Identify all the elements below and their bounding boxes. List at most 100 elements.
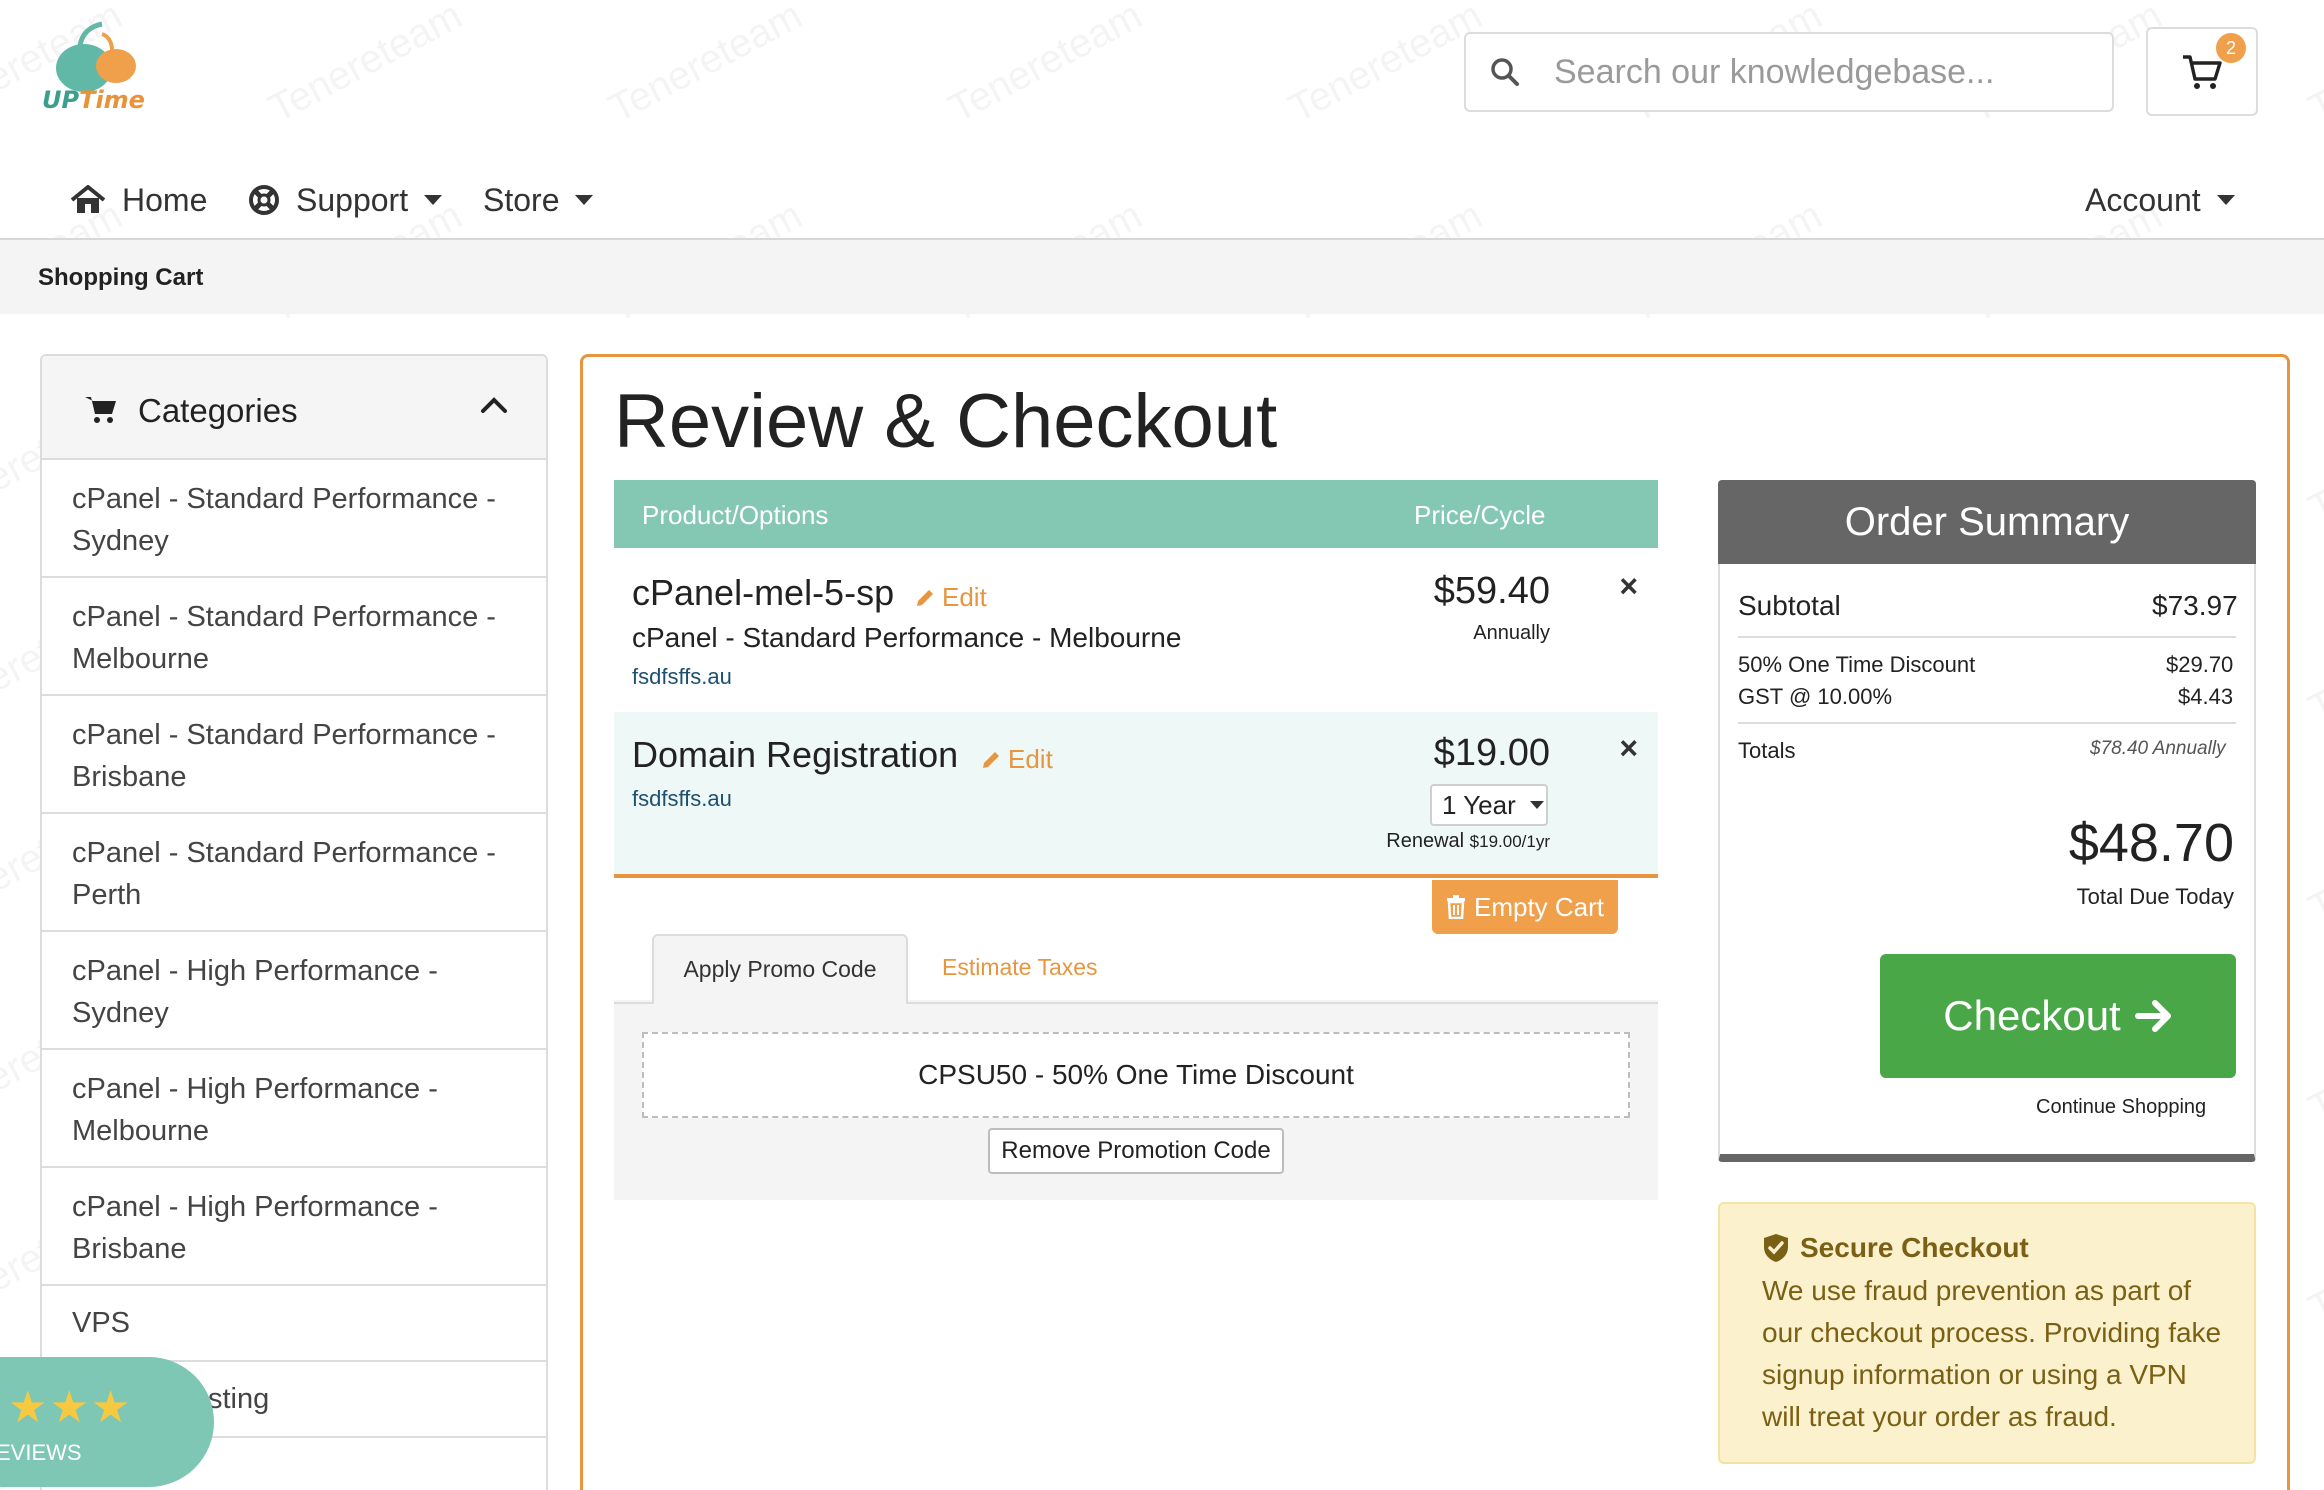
product-domain: fsdfsffs.au	[632, 664, 732, 689]
sidebar-item[interactable]: cPanel - High Performance - Sydney	[42, 932, 546, 1050]
edit-link[interactable]: Edit	[914, 582, 987, 613]
search-input[interactable]	[1554, 52, 2094, 92]
breadcrumb-current: Shopping Cart	[38, 264, 204, 291]
cart-table-header: Product/Options Price/Cycle	[614, 480, 1658, 548]
tab-estimate-taxes[interactable]: Estimate Taxes	[942, 954, 1098, 981]
remove-item-button[interactable]: ×	[1619, 730, 1638, 767]
period-value: 1 Year	[1442, 789, 1516, 820]
page-title: Review & Checkout	[614, 379, 1278, 464]
col-price: Price/Cycle	[1414, 500, 1546, 530]
discount-value: $29.70	[2166, 652, 2234, 677]
col-product: Product/Options	[642, 500, 829, 530]
watermark-text: Tenereteam	[602, 0, 810, 132]
nav-store[interactable]: Store	[483, 180, 594, 220]
rating-stars: ★★★	[8, 1383, 133, 1432]
edit-label: Edit	[942, 582, 987, 612]
reviews-label: EVIEWS	[0, 1440, 82, 1465]
subtotal-label: Subtotal	[1738, 590, 1841, 621]
checkout-label: Checkout	[1943, 992, 2121, 1039]
remove-promo-button[interactable]: Remove Promotion Code	[988, 1128, 1284, 1174]
watermark-text: Tenereteam	[942, 0, 1150, 132]
chevron-down-icon	[575, 195, 594, 205]
watermark-text: Tenereteam	[2302, 1193, 2324, 1332]
logo-text: UPTime	[42, 86, 145, 114]
divider	[1738, 636, 2236, 638]
life-ring-icon	[249, 185, 279, 215]
nav-support[interactable]: Support	[248, 180, 443, 220]
watermark-text: Tenereteam	[2302, 1393, 2324, 1490]
item-price: $19.00	[1433, 732, 1550, 774]
secure-checkout-title: Secure Checkout	[1762, 1232, 2029, 1264]
edit-label: Edit	[1008, 744, 1053, 774]
reviews-badge[interactable]: ★★★ EVIEWS	[0, 1357, 214, 1487]
sidebar-item[interactable]: cPanel - Standard Performance - Brisbane	[42, 696, 546, 814]
watermark-text: Tenereteam	[1282, 0, 1490, 132]
product-name: cPanel-mel-5-sp	[632, 572, 895, 613]
subtotal-value: $73.97	[2152, 590, 2238, 621]
period-select[interactable]: 1 Year	[1430, 784, 1548, 826]
product-description: cPanel - Standard Performance - Melbourn…	[632, 622, 1182, 653]
total-due-label: Total Due Today	[2076, 884, 2234, 909]
totals-label: Totals	[1738, 738, 1796, 763]
remove-item-button[interactable]: ×	[1619, 568, 1638, 605]
main-nav: Home Support Store Account	[0, 160, 2324, 240]
watermark-text: Tenereteam	[2302, 593, 2324, 732]
total-due-amount: $48.70	[2068, 813, 2234, 873]
pencil-icon	[983, 751, 999, 768]
sidebar-item-label: sting	[208, 1383, 270, 1415]
sidebar-item[interactable]: cPanel - High Performance - Brisbane	[42, 1168, 546, 1286]
discount-label: 50% One Time Discount	[1738, 652, 1976, 677]
empty-cart-label: Empty Cart	[1473, 891, 1605, 922]
item-price: $59.40	[1433, 570, 1550, 612]
product-name: Domain Registration	[632, 734, 959, 775]
search-bar[interactable]	[1464, 32, 2114, 112]
order-summary-title: Order Summary	[1718, 480, 2256, 564]
categories-header[interactable]: Categories	[42, 356, 546, 460]
sidebar-item[interactable]: cPanel - High Performance - Melbourne	[42, 1050, 546, 1168]
cart-item: cPanel-mel-5-sp Edit cPanel - Standard P…	[614, 548, 1658, 712]
pencil-icon	[917, 589, 933, 606]
home-icon	[70, 185, 106, 213]
categories-title: Categories	[138, 392, 298, 429]
breadcrumb: Shopping Cart	[0, 238, 2324, 314]
chevron-up-icon[interactable]	[480, 396, 508, 414]
cart-item: Domain Registration Edit fsdfsffs.au $19…	[614, 712, 1658, 878]
watermark-text: Tenereteam	[262, 0, 470, 132]
sidebar-item[interactable]: cPanel - Standard Performance - Sydney	[42, 460, 546, 578]
tax-label: GST @ 10.00%	[1738, 684, 1892, 709]
product-domain: fsdfsffs.au	[632, 786, 732, 811]
sidebar-item[interactable]: cPanel - Standard Performance - Melbourn…	[42, 578, 546, 696]
tax-value: $4.43	[2178, 684, 2234, 709]
cart-icon	[85, 397, 116, 423]
cart-count-badge: 2	[2216, 33, 2246, 63]
arrow-right-icon	[2134, 1000, 2171, 1032]
trash-icon	[1446, 895, 1465, 919]
continue-shopping-link[interactable]: Continue Shopping	[2036, 1096, 2206, 1119]
tab-apply-promo[interactable]: Apply Promo Code	[652, 934, 908, 1004]
nav-store-label: Store	[483, 181, 560, 218]
nav-support-label: Support	[296, 181, 409, 218]
nav-account-label: Account	[2085, 181, 2201, 218]
nav-home-label: Home	[122, 181, 208, 218]
secure-title-text: Secure Checkout	[1800, 1232, 2029, 1263]
sidebar-item[interactable]: cPanel - Standard Performance - Perth	[42, 814, 546, 932]
watermark-text: Tenereteam	[2302, 0, 2324, 132]
chevron-down-icon	[424, 195, 443, 205]
checkout-button[interactable]: Checkout	[1880, 954, 2236, 1078]
totals-value: $78.40 Annually	[2090, 738, 2226, 759]
watermark-text: Tenereteam	[2302, 793, 2324, 932]
sidebar-item[interactable]: VPS	[42, 1286, 546, 1362]
applied-promo-code: CPSU50 - 50% One Time Discount	[642, 1032, 1630, 1118]
divider	[1738, 722, 2236, 724]
chevron-down-icon	[2216, 195, 2235, 205]
secure-checkout-body: We use fraud prevention as part of our c…	[1762, 1275, 2222, 1432]
secure-checkout-notice: Secure Checkout We use fraud prevention …	[1718, 1202, 2256, 1464]
edit-link[interactable]: Edit	[980, 744, 1053, 775]
empty-cart-button[interactable]: Empty Cart	[1432, 880, 1618, 934]
categories-sidebar: Categories cPanel - Standard Performance…	[40, 354, 548, 1490]
watermark-text: Tenereteam	[2302, 993, 2324, 1132]
nav-home[interactable]: Home	[70, 180, 207, 220]
nav-account[interactable]: Account	[2085, 180, 2235, 220]
item-cycle: Annually	[1473, 622, 1550, 644]
watermark-text: Tenereteam	[2302, 393, 2324, 532]
